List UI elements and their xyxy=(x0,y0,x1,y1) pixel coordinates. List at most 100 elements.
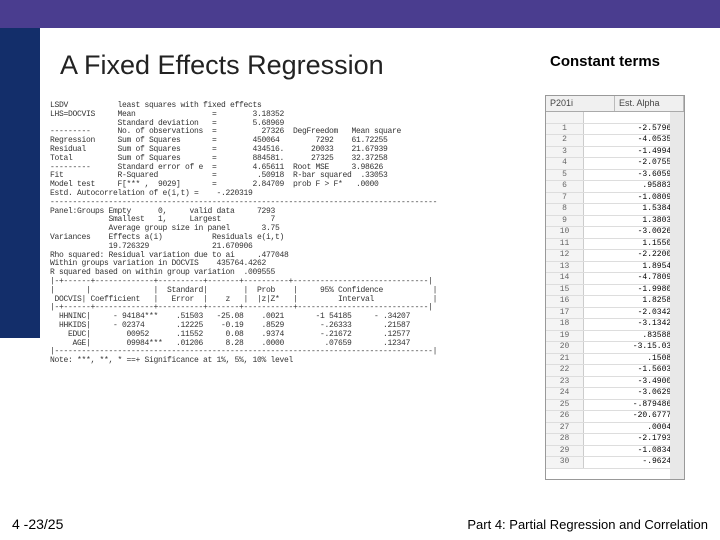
row-value: 1.89544 xyxy=(584,262,684,273)
row-index: 12 xyxy=(546,250,584,261)
table-row: 111.15509 xyxy=(546,239,684,251)
table-row: 20-3.15.035 xyxy=(546,342,684,354)
table-row: 17-2.03424 xyxy=(546,308,684,320)
row-index: 15 xyxy=(546,285,584,296)
row-index: 27 xyxy=(546,423,584,434)
ct-col1-header: P201i xyxy=(546,96,615,111)
row-value: -3.00264 xyxy=(584,227,684,238)
row-value: -1.08345 xyxy=(584,446,684,457)
table-row: 26-20.67775 xyxy=(546,411,684,423)
row-value: -4.05354 xyxy=(584,135,684,146)
row-value: 1.15509 xyxy=(584,239,684,250)
row-index: 10 xyxy=(546,227,584,238)
row-value: -1.08098 xyxy=(584,193,684,204)
row-value: .958838 xyxy=(584,181,684,192)
row-index: 8 xyxy=(546,204,584,215)
row-value: 1.53844 xyxy=(584,204,684,215)
table-row: 22-1.56037 xyxy=(546,365,684,377)
row-value: -3.15.035 xyxy=(584,342,684,353)
left-accent-bar xyxy=(0,28,40,338)
row-value: -2.07552 xyxy=(584,158,684,169)
row-value: -1.49940 xyxy=(584,147,684,158)
table-row: 12-2.22000 xyxy=(546,250,684,262)
table-row: 81.53844 xyxy=(546,204,684,216)
row-index: 25 xyxy=(546,400,584,411)
row-index: 13 xyxy=(546,262,584,273)
row-value: 1.38039 xyxy=(584,216,684,227)
top-accent-bar xyxy=(0,0,720,28)
row-index: 20 xyxy=(546,342,584,353)
row-index: 11 xyxy=(546,239,584,250)
table-row: 30-.96245 xyxy=(546,457,684,469)
row-index: 6 xyxy=(546,181,584,192)
table-row: 4-2.07552 xyxy=(546,158,684,170)
row-index: 19 xyxy=(546,331,584,342)
table-row: 28-2.17931 xyxy=(546,434,684,446)
row-value: -.96245 xyxy=(584,457,684,468)
page-number: 4 -23/25 xyxy=(12,516,63,532)
regression-output: LSDV least squares with fixed effects LH… xyxy=(50,102,540,366)
row-index: 7 xyxy=(546,193,584,204)
constant-terms-title: Constant terms xyxy=(550,53,660,70)
row-index: 29 xyxy=(546,446,584,457)
row-index: 26 xyxy=(546,411,584,422)
ct-col2-header: Est. Alpha xyxy=(615,96,684,111)
row-index: 5 xyxy=(546,170,584,181)
row-value: -2.57965 xyxy=(584,124,684,135)
row-value: -4.78094 xyxy=(584,273,684,284)
row-index: 28 xyxy=(546,434,584,445)
table-row: 5-3.60598 xyxy=(546,170,684,182)
row-index: 30 xyxy=(546,457,584,468)
row-value: .835883 xyxy=(584,331,684,342)
row-value: 1.82585 xyxy=(584,296,684,307)
scrollbar[interactable] xyxy=(670,112,684,479)
table-row: 24-3.06290 xyxy=(546,388,684,400)
table-row: 91.38039 xyxy=(546,216,684,228)
row-index: 4 xyxy=(546,158,584,169)
row-value: -2.22000 xyxy=(584,250,684,261)
row-value: -1.56037 xyxy=(584,365,684,376)
table-row: 27.00047 xyxy=(546,423,684,435)
table-row: 1 xyxy=(546,112,684,124)
table-row: 25-.8794867 xyxy=(546,400,684,412)
row-index: 2 xyxy=(546,135,584,146)
row-index: 1 xyxy=(546,124,584,135)
table-row: 21.15086 xyxy=(546,354,684,366)
row-value: -.8794867 xyxy=(584,400,684,411)
footer-text: Part 4: Partial Regression and Correlati… xyxy=(467,517,708,532)
row-index: 21 xyxy=(546,354,584,365)
row-index: 17 xyxy=(546,308,584,319)
row-index xyxy=(546,112,584,123)
table-row: 14-4.78094 xyxy=(546,273,684,285)
row-value: -20.67775 xyxy=(584,411,684,422)
row-value: .00047 xyxy=(584,423,684,434)
row-value: -2.17931 xyxy=(584,434,684,445)
table-row: 23-3.49003 xyxy=(546,377,684,389)
table-row: 3-1.49940 xyxy=(546,147,684,159)
row-index: 18 xyxy=(546,319,584,330)
row-index: 3 xyxy=(546,147,584,158)
table-row: 161.82585 xyxy=(546,296,684,308)
row-value: -3.60598 xyxy=(584,170,684,181)
row-value: -1.99804 xyxy=(584,285,684,296)
table-row: 18-3.13429 xyxy=(546,319,684,331)
slide-title: A Fixed Effects Regression xyxy=(60,50,384,81)
table-row: 10-3.00264 xyxy=(546,227,684,239)
row-index: 23 xyxy=(546,377,584,388)
row-index: 24 xyxy=(546,388,584,399)
row-index: 16 xyxy=(546,296,584,307)
row-value: -3.06290 xyxy=(584,388,684,399)
row-value: 1 xyxy=(584,112,684,123)
table-row: 15-1.99804 xyxy=(546,285,684,297)
ct-body: 11-2.579652-4.053543-1.499404-2.075525-3… xyxy=(546,112,684,469)
row-index: 9 xyxy=(546,216,584,227)
row-value: -3.49003 xyxy=(584,377,684,388)
table-row: 2-4.05354 xyxy=(546,135,684,147)
ct-header: P201i Est. Alpha xyxy=(546,96,684,112)
table-row: 7-1.08098 xyxy=(546,193,684,205)
table-row: 29-1.08345 xyxy=(546,446,684,458)
row-index: 14 xyxy=(546,273,584,284)
row-value: -3.13429 xyxy=(584,319,684,330)
table-row: 19.835883 xyxy=(546,331,684,343)
table-row: 131.89544 xyxy=(546,262,684,274)
